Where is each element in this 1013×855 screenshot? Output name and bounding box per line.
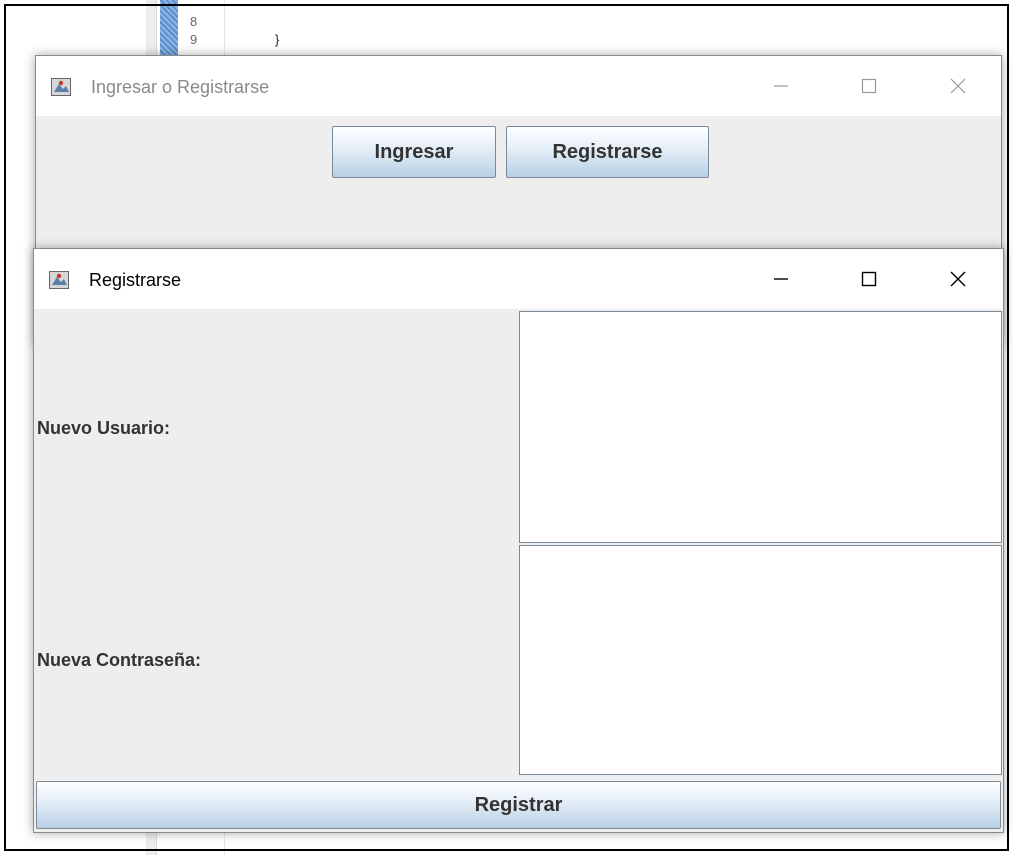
close-button[interactable] — [938, 66, 978, 106]
breakpoint-marker — [160, 0, 178, 60]
nueva-contrasena-label: Nueva Contraseña: — [37, 650, 202, 670]
maximize-icon — [861, 78, 877, 94]
code-line: } — [275, 32, 280, 47]
close-icon — [950, 271, 966, 287]
maximize-button[interactable] — [849, 259, 889, 299]
minimize-icon — [774, 278, 788, 280]
maximize-icon — [861, 271, 877, 287]
register-window-titlebar[interactable]: Registrarse — [34, 249, 1003, 309]
register-window-title: Registrarse — [89, 270, 182, 290]
java-app-icon — [49, 271, 69, 289]
nuevo-usuario-label: Nuevo Usuario: — [37, 418, 171, 438]
close-icon — [950, 78, 966, 94]
registrar-button[interactable]: Registrar — [36, 781, 1001, 829]
line-number: 9 — [190, 32, 198, 47]
close-button[interactable] — [938, 259, 978, 299]
ingresar-button[interactable]: Ingresar — [332, 126, 496, 178]
login-window-titlebar[interactable]: Ingresar o Registrarse — [36, 56, 1001, 116]
maximize-button[interactable] — [849, 66, 889, 106]
login-window-title: Ingresar o Registrarse — [91, 77, 270, 97]
registrarse-button[interactable]: Registrarse — [506, 126, 709, 178]
nuevo-usuario-field[interactable] — [519, 311, 1002, 543]
java-app-icon — [51, 78, 71, 96]
minimize-button[interactable] — [761, 66, 801, 106]
line-number: 8 — [190, 14, 198, 29]
register-window: Registrarse Nuevo Usuario: Nueva Contras… — [33, 248, 1004, 833]
minimize-button[interactable] — [761, 259, 801, 299]
minimize-icon — [774, 85, 788, 87]
nueva-contrasena-field[interactable] — [519, 545, 1002, 775]
